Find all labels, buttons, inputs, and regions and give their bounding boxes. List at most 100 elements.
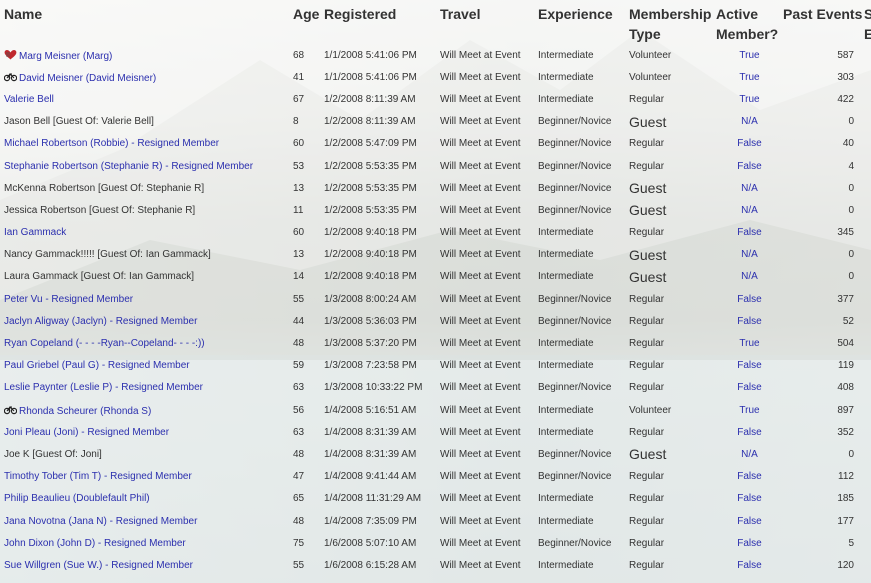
member-name-link[interactable]: Stephanie Robertson (Stephanie R) - Resi… (4, 161, 253, 172)
active-member-link[interactable]: True (739, 94, 759, 105)
active-member-link[interactable]: False (737, 471, 761, 482)
column-header-registered[interactable]: Registered (324, 0, 440, 44)
member-name-link[interactable]: Jana Novotna (Jana N) - Resigned Member (4, 516, 197, 527)
active-member-link[interactable]: False (737, 316, 761, 327)
travel-mode-cell: Will Meet at Event (440, 116, 521, 128)
member-name-link[interactable]: Ian Gammack (4, 227, 66, 238)
column-header-age[interactable]: Age (293, 0, 324, 44)
membership-type-cell: Regular (629, 88, 716, 110)
active-member-link[interactable]: False (737, 538, 761, 549)
active-member-status-cell: N/A (716, 244, 783, 266)
column-header-travel[interactable]: Travel (440, 0, 538, 44)
membership-type-cell: Regular (629, 332, 716, 354)
member-name-link[interactable]: Paul Griebel (Paul G) - Resigned Member (4, 360, 190, 371)
member-name-link[interactable]: Valerie Bell (4, 94, 54, 105)
active-member-link[interactable]: N/A (741, 183, 758, 194)
membership-type-cell: Guest (629, 199, 716, 221)
member-name-link[interactable]: Peter Vu - Resigned Member (4, 294, 133, 305)
member-name-link[interactable]: David Meisner (David Meisner) (19, 73, 156, 84)
member-age-cell: 48 (293, 515, 305, 527)
membership-type: Regular (629, 227, 665, 239)
active-member-link[interactable]: False (737, 493, 761, 504)
membership-type: Guest (629, 268, 667, 285)
table-row: Nancy Gammack!!!!! [Guest Of: Ian Gammac… (0, 244, 871, 266)
active-member-status-cell: N/A (716, 199, 783, 221)
member-age-cell: 68 (293, 49, 305, 61)
active-member-link[interactable]: False (737, 294, 761, 305)
member-name-cell: Peter Vu - Resigned Member (0, 288, 293, 310)
column-header-active-member[interactable]: Active Member? (716, 0, 783, 44)
member-age-cell: 53 (293, 160, 305, 172)
travel-mode-cell: Will Meet at Event (440, 559, 521, 571)
member-age-cell: 60 (293, 227, 305, 239)
member-name-cell: Paul Griebel (Paul G) - Resigned Member (0, 355, 293, 377)
active-member-link[interactable]: N/A (741, 449, 758, 460)
member-name-cell: Ryan Copeland (- - - -Ryan--Copeland- - … (0, 332, 293, 354)
active-member-link[interactable]: False (737, 516, 761, 527)
active-member-link[interactable]: False (737, 560, 761, 571)
column-header-name[interactable]: Name (0, 0, 293, 44)
experience-level-cell: Intermediate (538, 360, 594, 372)
membership-type: Regular (629, 471, 665, 483)
member-name-link[interactable]: Rhonda Scheurer (Rhonda S) (19, 406, 151, 417)
travel-mode-cell: Will Meet at Event (440, 404, 521, 416)
active-member-link[interactable]: False (737, 427, 761, 438)
active-member-link[interactable]: N/A (741, 205, 758, 216)
member-name-link[interactable]: Philip Beaulieu (Doublefault Phil) (4, 493, 150, 504)
experience-level-cell: Beginner/Novice (538, 293, 612, 305)
active-member-link[interactable]: N/A (741, 116, 758, 127)
table-row: Michael Robertson (Robbie) - Resigned Me… (0, 133, 871, 155)
active-member-status-cell: True (716, 66, 783, 88)
active-member-link[interactable]: True (739, 405, 759, 416)
active-member-link[interactable]: True (739, 50, 759, 61)
active-member-link[interactable]: False (737, 227, 761, 238)
column-header-extra[interactable]: S E (864, 4, 871, 44)
membership-type: Regular (629, 537, 665, 549)
past-events-count-cell: 0 (848, 116, 854, 128)
member-name-link[interactable]: Timothy Tober (Tim T) - Resigned Member (4, 471, 192, 482)
active-member-status-cell: False (716, 133, 783, 155)
member-name-link[interactable]: Joni Pleau (Joni) - Resigned Member (4, 427, 169, 438)
member-name-link[interactable]: Ryan Copeland (- - - -Ryan--Copeland- - … (4, 338, 205, 349)
member-age-cell: 63 (293, 382, 305, 394)
member-name-cell: John Dixon (John D) - Resigned Member (0, 532, 293, 554)
member-name-cell: Rhonda Scheurer (Rhonda S) (0, 399, 293, 421)
column-header-experience[interactable]: Experience (538, 0, 629, 44)
member-name: Jason Bell [Guest Of: Valerie Bell] (4, 116, 154, 128)
active-member-link[interactable]: N/A (741, 271, 758, 282)
member-name-link[interactable]: Marg Meisner (Marg) (19, 51, 112, 62)
column-header-past-events[interactable]: Past Events (783, 0, 871, 44)
past-events-count-cell: 0 (848, 271, 854, 283)
active-member-link[interactable]: True (739, 72, 759, 83)
active-member-link[interactable]: False (737, 138, 761, 149)
experience-level-cell: Intermediate (538, 93, 594, 105)
table-row: David Meisner (David Meisner) 41 1/1/2008 … (0, 66, 871, 88)
member-name-link[interactable]: Sue Willgren (Sue W.) - Resigned Member (4, 560, 193, 571)
active-member-link[interactable]: False (737, 161, 761, 172)
member-name: Laura Gammack [Guest Of: Ian Gammack] (4, 271, 195, 283)
member-name-link[interactable]: Jaclyn Aligway (Jaclyn) - Resigned Membe… (4, 316, 197, 327)
experience-level-cell: Beginner/Novice (538, 204, 612, 216)
membership-type-cell: Guest (629, 177, 716, 199)
member-name-link[interactable]: John Dixon (John D) - Resigned Member (4, 538, 186, 549)
travel-mode-cell: Will Meet at Event (440, 360, 521, 372)
membership-type-cell: Regular (629, 510, 716, 532)
member-name-link[interactable]: Michael Robertson (Robbie) - Resigned Me… (4, 138, 219, 149)
member-name-link[interactable]: Leslie Paynter (Leslie P) - Resigned Mem… (4, 382, 203, 393)
active-member-link[interactable]: False (737, 382, 761, 393)
experience-level-cell: Intermediate (538, 71, 594, 83)
travel-mode-cell: Will Meet at Event (440, 537, 521, 549)
active-member-link[interactable]: True (739, 338, 759, 349)
travel-mode-cell: Will Meet at Event (440, 138, 521, 150)
column-header-membership-type[interactable]: Membership Type (629, 0, 716, 44)
registered-date-cell: 1/2/2008 9:40:18 PM (324, 249, 417, 261)
membership-type: Guest (629, 180, 667, 197)
active-member-link[interactable]: N/A (741, 249, 758, 260)
active-member-status-cell: True (716, 399, 783, 421)
membership-type-cell: Guest (629, 244, 716, 266)
past-events-count-cell: 303 (837, 71, 854, 83)
table-row: John Dixon (John D) - Resigned Member 75 1… (0, 532, 871, 554)
membership-type-cell: Regular (629, 488, 716, 510)
active-member-link[interactable]: False (737, 360, 761, 371)
member-name: Joe K [Guest Of: Joni] (4, 448, 102, 460)
